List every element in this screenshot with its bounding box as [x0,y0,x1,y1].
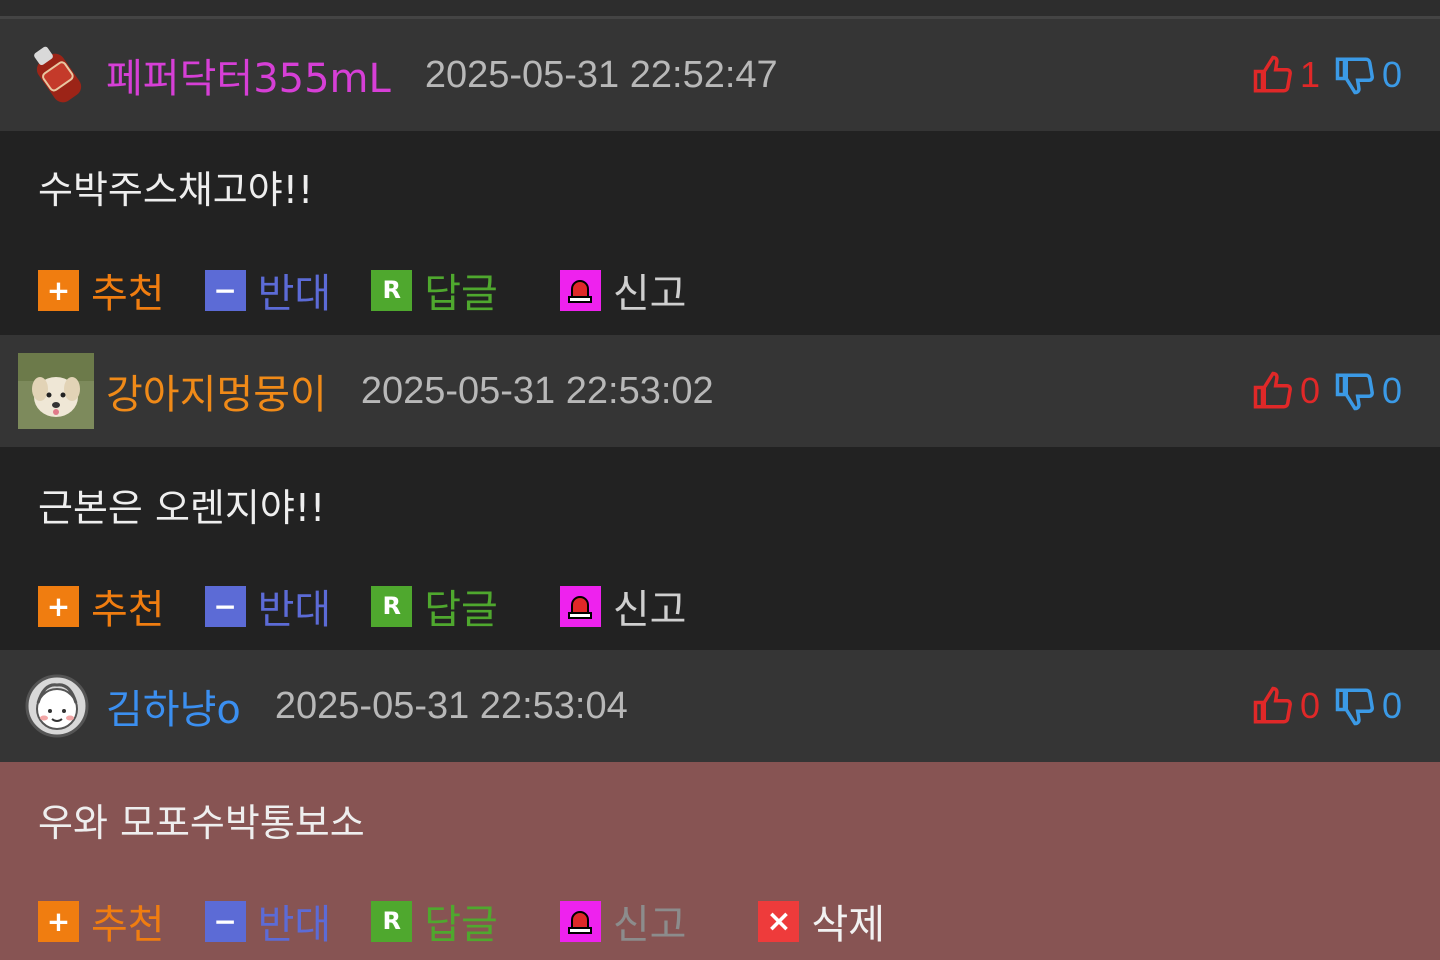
comment-text: 수박주스채고야!! [38,168,314,212]
reply-button[interactable]: R 답글 [371,577,498,635]
comment-header: 페퍼닥터355mL 2025-05-31 22:52:47 1 0 [0,19,1440,131]
siren-icon [559,900,601,942]
vote-counts: 0 0 [1238,335,1402,447]
comment-text: 우와 모포수박통보소 [38,801,365,845]
siren-icon [559,585,601,627]
thumbs-down-icon [1335,688,1374,726]
thumbs-down-icon [1335,57,1374,95]
upvote-count[interactable]: 1 [1252,54,1320,96]
delete-button[interactable]: × 삭제 [758,892,885,950]
plus-icon: + [38,585,79,627]
top-divider [0,0,1440,19]
minus-icon: − [204,900,246,942]
oppose-button[interactable]: − 반대 [204,892,331,950]
comment-actions: + 추천 − 반대 R 답글 신고 [38,261,726,319]
minus-icon: − [204,585,246,627]
comment-actions: + 추천 − 반대 R 답글 신고 × 삭제 [38,892,925,950]
siren-icon [559,269,601,311]
comment-body: 근본은 오렌지야!! + 추천 − 반대 R 답글 신고 [0,447,1440,650]
comment-header: 강아지멍뭉이 2025-05-31 22:53:02 0 0 [0,335,1440,447]
oppose-button[interactable]: − 반대 [204,577,331,635]
avatar[interactable] [24,673,90,739]
comment-body: 수박주스채고야!! + 추천 − 반대 R 답글 신고 [0,131,1440,335]
plus-icon: + [38,900,79,942]
upvote-count[interactable]: 0 [1252,685,1320,727]
plus-icon: + [38,269,79,311]
report-button[interactable]: 신고 [559,577,686,635]
comment-text: 근본은 오렌지야!! [38,486,326,530]
recommend-button[interactable]: + 추천 [38,577,165,635]
reply-button[interactable]: R 답글 [371,261,498,319]
comment-body-highlighted: 우와 모포수박통보소 + 추천 − 반대 R 답글 신고 × 삭제 [0,762,1440,960]
timestamp: 2025-05-31 22:53:04 [274,684,628,727]
recommend-button[interactable]: + 추천 [38,892,165,950]
timestamp: 2025-05-31 22:52:47 [424,53,778,96]
downvote-count[interactable]: 0 [1334,685,1402,727]
vote-counts: 0 0 [1238,650,1402,762]
avatar[interactable] [24,40,94,110]
author-name[interactable]: 강아지멍뭉이 [106,362,327,420]
report-button[interactable]: 신고 [559,892,686,950]
minus-icon: − [204,269,246,311]
downvote-count[interactable]: 0 [1334,54,1402,96]
timestamp: 2025-05-31 22:53:02 [360,369,714,412]
downvote-count[interactable]: 0 [1334,370,1402,412]
comment-actions: + 추천 − 반대 R 답글 신고 [38,577,726,635]
author-name[interactable]: 김하냥o [106,677,241,735]
thumbs-down-icon [1335,373,1374,411]
reply-button[interactable]: R 답글 [371,892,498,950]
reply-r-icon: R [371,900,413,942]
thumbs-up-icon [1253,686,1292,724]
comment-header: 김하냥o 2025-05-31 22:53:04 0 0 [0,650,1440,762]
author-name[interactable]: 페퍼닥터355mL [106,46,391,104]
close-x-icon: × [758,900,800,942]
report-button[interactable]: 신고 [559,261,686,319]
reply-r-icon: R [371,269,413,311]
vote-counts: 1 0 [1238,19,1402,131]
recommend-button[interactable]: + 추천 [38,261,165,319]
upvote-count[interactable]: 0 [1252,370,1320,412]
avatar[interactable] [18,353,94,429]
oppose-button[interactable]: − 반대 [204,261,331,319]
thumbs-up-icon [1253,371,1292,409]
thumbs-up-icon [1253,55,1292,93]
reply-r-icon: R [371,585,413,627]
